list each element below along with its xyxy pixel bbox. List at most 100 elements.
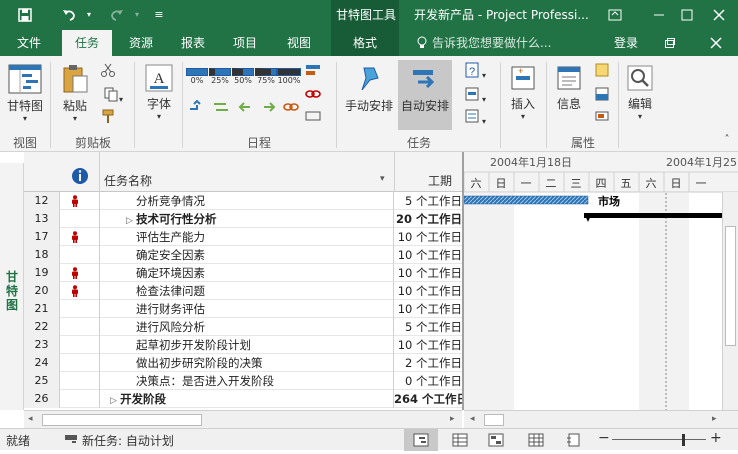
expand-triangle-icon[interactable]: ▷ [110, 396, 120, 406]
column-filter-dropdown-icon[interactable]: ▾ [380, 174, 385, 184]
paste-button[interactable]: 粘贴 ▾ [56, 62, 94, 132]
row-id-cell[interactable]: 26 [24, 390, 60, 408]
format-painter-icon[interactable] [98, 108, 118, 126]
notes-icon[interactable] [592, 62, 612, 80]
gantt-scroll-thumb[interactable] [484, 414, 504, 426]
duration-cell[interactable]: 5 个工作日 [394, 318, 462, 336]
table-row[interactable]: 18 确定安全因素 10 个工作日 [24, 246, 462, 264]
duration-cell[interactable]: 10 个工作日 [394, 264, 462, 282]
percent-50-button[interactable]: 50% [232, 68, 254, 90]
undo-icon[interactable] [58, 0, 80, 30]
table-row[interactable]: 23 起草初步开发阶段计划 10 个工作日 [24, 336, 462, 354]
view-bar-label[interactable]: 甘特图 [3, 270, 21, 312]
expand-triangle-icon[interactable]: ▷ [126, 216, 136, 226]
gantt-view-shortcut[interactable] [404, 429, 438, 451]
task-name-cell[interactable]: 分析竞争情况 [100, 192, 394, 210]
task-name-cell[interactable]: 起草初步开发阶段计划 [100, 336, 394, 354]
zoom-in-icon[interactable]: + [710, 430, 722, 446]
table-row[interactable]: 21 进行财务评估 10 个工作日 [24, 300, 462, 318]
row-id-cell[interactable]: 18 [24, 246, 60, 264]
duration-cell[interactable]: 20 个工作日 [394, 210, 462, 228]
manual-schedule-button[interactable]: 手动安排 [342, 62, 396, 118]
copy-icon[interactable]: ▾ [98, 86, 128, 104]
information-button[interactable]: 信息 [550, 62, 588, 118]
row-id-cell[interactable]: 17 [24, 228, 60, 246]
save-icon[interactable] [14, 0, 36, 30]
percent-25-button[interactable]: 25% [209, 68, 231, 90]
link-tasks-icon[interactable] [280, 100, 302, 118]
tab-format[interactable]: 格式 [340, 30, 390, 56]
table-row[interactable]: 24 做出初步研究阶段的决策 2 个工作日 [24, 354, 462, 372]
details-icon[interactable] [592, 86, 612, 104]
duration-cell[interactable]: 0 个工作日 [394, 372, 462, 390]
task-name-cell[interactable]: 确定环境因素 [100, 264, 394, 282]
percent-0-button[interactable]: 0% [186, 68, 208, 90]
indicators-column-header[interactable] [60, 152, 100, 192]
scroll-left-icon[interactable]: ◂ [28, 414, 33, 424]
inspect-icon[interactable]: ? ▾ [458, 62, 492, 82]
inactivate-icon[interactable] [302, 108, 324, 128]
row-id-cell[interactable]: 25 [24, 372, 60, 390]
zoom-out-icon[interactable]: − [598, 430, 610, 446]
percent-100-button[interactable]: 100% [277, 68, 301, 90]
indent-icon[interactable] [258, 100, 280, 118]
row-id-cell[interactable]: 21 [24, 300, 60, 318]
report-view-shortcut[interactable] [566, 433, 582, 450]
task-name-cell[interactable]: ▷ 技术可行性分析 [100, 210, 394, 228]
login-button[interactable]: 登录 [606, 30, 646, 56]
insert-button[interactable]: + 插入 ▾ [504, 62, 542, 132]
table-row[interactable]: 22 进行风险分析 5 个工作日 [24, 318, 462, 336]
mode-icon[interactable]: ▾ [458, 108, 492, 128]
add-to-timeline-icon[interactable] [592, 108, 612, 126]
team-planner-view-shortcut[interactable] [488, 433, 504, 450]
task-name-cell[interactable]: 进行风险分析 [100, 318, 394, 336]
table-row[interactable]: 26 ▷ 开发阶段 264 个工作日 [24, 390, 462, 408]
tab-file[interactable]: 文件 [6, 30, 52, 56]
row-id-cell[interactable]: 23 [24, 336, 60, 354]
duration-cell[interactable]: 10 个工作日 [394, 228, 462, 246]
table-row[interactable]: 20 检查法律问题 10 个工作日 [24, 282, 462, 300]
gantt-scroll-right-icon[interactable]: ▸ [712, 414, 717, 424]
row-id-cell[interactable]: 19 [24, 264, 60, 282]
task-name-cell[interactable]: 做出初步研究阶段的决策 [100, 354, 394, 372]
vertical-scroll-thumb[interactable] [725, 226, 736, 346]
vertical-scrollbar[interactable] [722, 192, 738, 410]
gantt-chart-button[interactable]: 甘特图 ▾ [4, 62, 46, 132]
split-task-icon[interactable] [302, 86, 324, 106]
duration-column-header[interactable]: 工期 [428, 172, 452, 189]
table-row[interactable]: 25 决策点：是否进入开发阶段 0 个工作日 [24, 372, 462, 390]
minimize-icon[interactable] [644, 0, 674, 30]
respect-links-icon[interactable] [210, 100, 232, 118]
zoom-slider[interactable] [612, 439, 706, 440]
task-name-cell[interactable]: 评估生产能力 [100, 228, 394, 246]
close-icon[interactable] [704, 0, 734, 30]
row-id-cell[interactable]: 12 [24, 192, 60, 210]
row-id-cell[interactable]: 22 [24, 318, 60, 336]
maximize-icon[interactable] [672, 0, 702, 30]
table-row[interactable]: 17 评估生产能力 10 个工作日 [24, 228, 462, 246]
task-name-cell[interactable]: 进行财务评估 [100, 300, 394, 318]
task-name-cell[interactable]: 决策点：是否进入开发阶段 [100, 372, 394, 390]
zoom-slider-thumb[interactable] [682, 434, 685, 446]
row-id-cell[interactable]: 13 [24, 210, 60, 228]
new-task-mode-icon[interactable] [64, 432, 78, 446]
status-new-task-mode[interactable]: 新任务: 自动计划 [82, 432, 174, 449]
mark-on-track-icon[interactable] [186, 99, 208, 118]
tab-view[interactable]: 视图 [276, 30, 322, 56]
grid-scroll-thumb[interactable] [42, 414, 202, 426]
tab-resource[interactable]: 资源 [118, 30, 164, 56]
collapse-ribbon-arrow-icon[interactable]: ˄ [720, 134, 734, 148]
move-task-icon[interactable] [302, 62, 324, 82]
auto-schedule-button[interactable]: 自动安排 [398, 60, 452, 130]
task-usage-view-shortcut[interactable] [452, 433, 468, 450]
gantt-horizontal-scrollbar[interactable]: ◂ ▸ [464, 410, 738, 428]
row-id-cell[interactable]: 24 [24, 354, 60, 372]
task-name-cell[interactable]: ▷ 开发阶段 [100, 390, 394, 408]
duration-cell[interactable]: 10 个工作日 [394, 282, 462, 300]
font-button[interactable]: A 字体 ▾ [140, 62, 178, 132]
task-name-cell[interactable]: 确定安全因素 [100, 246, 394, 264]
outdent-icon[interactable] [234, 100, 256, 118]
tab-project[interactable]: 项目 [222, 30, 268, 56]
resource-sheet-view-shortcut[interactable] [528, 433, 544, 450]
row-id-cell[interactable]: 20 [24, 282, 60, 300]
